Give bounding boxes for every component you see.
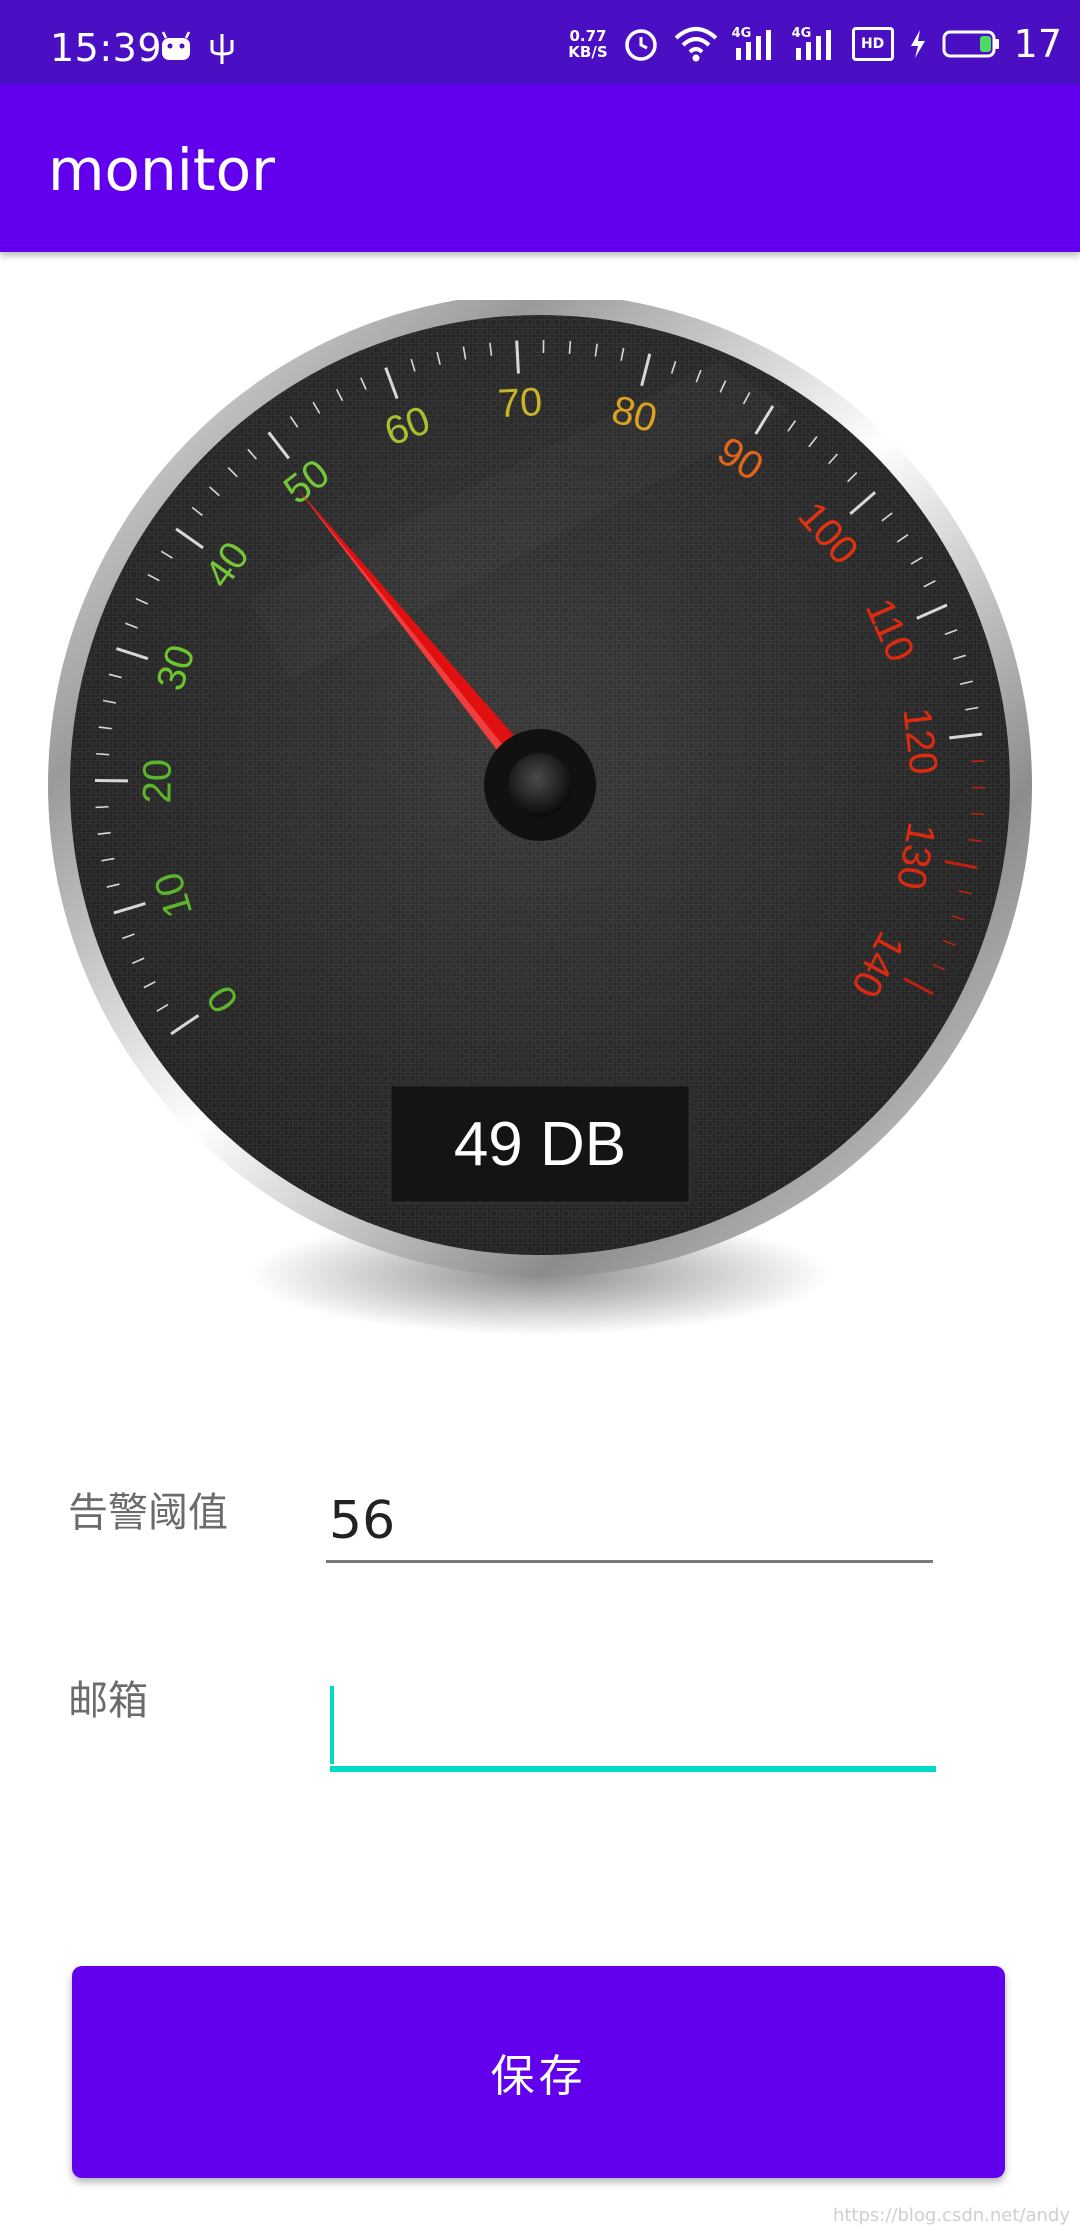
email-label: 邮箱 (68, 1678, 148, 1724)
net-speed-unit: KB/S (568, 43, 608, 61)
status-system-icons: 0.77 KB/S 4G 4G HD 17 (568, 20, 1062, 68)
gauge-tick-label: 20 (135, 759, 179, 804)
save-button[interactable]: 保存 (72, 1966, 1005, 2178)
app-title: monitor (48, 136, 275, 204)
status-time: 15:39 (50, 26, 163, 70)
signal-4g-icon-1: 4G (732, 26, 778, 62)
email-input-cursor (330, 1686, 334, 1764)
alarm-icon (624, 29, 657, 61)
gauge-tick (95, 805, 109, 809)
threshold-label: 告警阈值 (68, 1490, 228, 1536)
net-speed: 0.77 KB/S (568, 28, 607, 60)
gauge-tick (96, 752, 110, 756)
watermark: https://blog.csdn.net/andy (832, 2205, 1070, 2226)
gauge-tick (971, 760, 985, 763)
hd-label: HD (860, 36, 885, 52)
gauge-tick (515, 340, 520, 374)
gauge-readout: 49 DB (454, 1110, 626, 1179)
sound-level-gauge: 0 10 20 30 40 50 60 70 80 90 100 110 120 130 140 49 DB (30, 293, 1050, 1380)
net-speed-value: 0.77 (569, 27, 607, 45)
app-bar: monitor (0, 84, 1080, 252)
gauge-graphic: 0102030405060 70 8090100110120130140 49 DB (48, 293, 1032, 1335)
hd-icon: HD (851, 27, 894, 61)
threshold-input[interactable] (325, 1485, 935, 1557)
signal-4g-icon-2: 4G (792, 26, 838, 62)
gauge-tick (970, 812, 985, 816)
battery-percent: 17 (1013, 22, 1062, 66)
threshold-input-underline (326, 1560, 933, 1563)
email-input[interactable] (330, 1680, 934, 1768)
usb-icon (210, 34, 234, 64)
battery-icon (942, 30, 999, 58)
email-input-underline (330, 1766, 936, 1772)
gauge-hub (508, 753, 572, 817)
gauge-tick-label: 70 (497, 380, 544, 426)
gauge-tick (568, 340, 572, 355)
gauge-tick-label: 120 (894, 706, 945, 777)
charging-icon (910, 30, 925, 58)
wifi-icon (674, 27, 717, 62)
android-icon (161, 31, 191, 60)
status-notification-icons (160, 30, 240, 66)
status-bar: 15:39 0.77 KB/S 4G 4G HD 17 (0, 0, 1080, 84)
